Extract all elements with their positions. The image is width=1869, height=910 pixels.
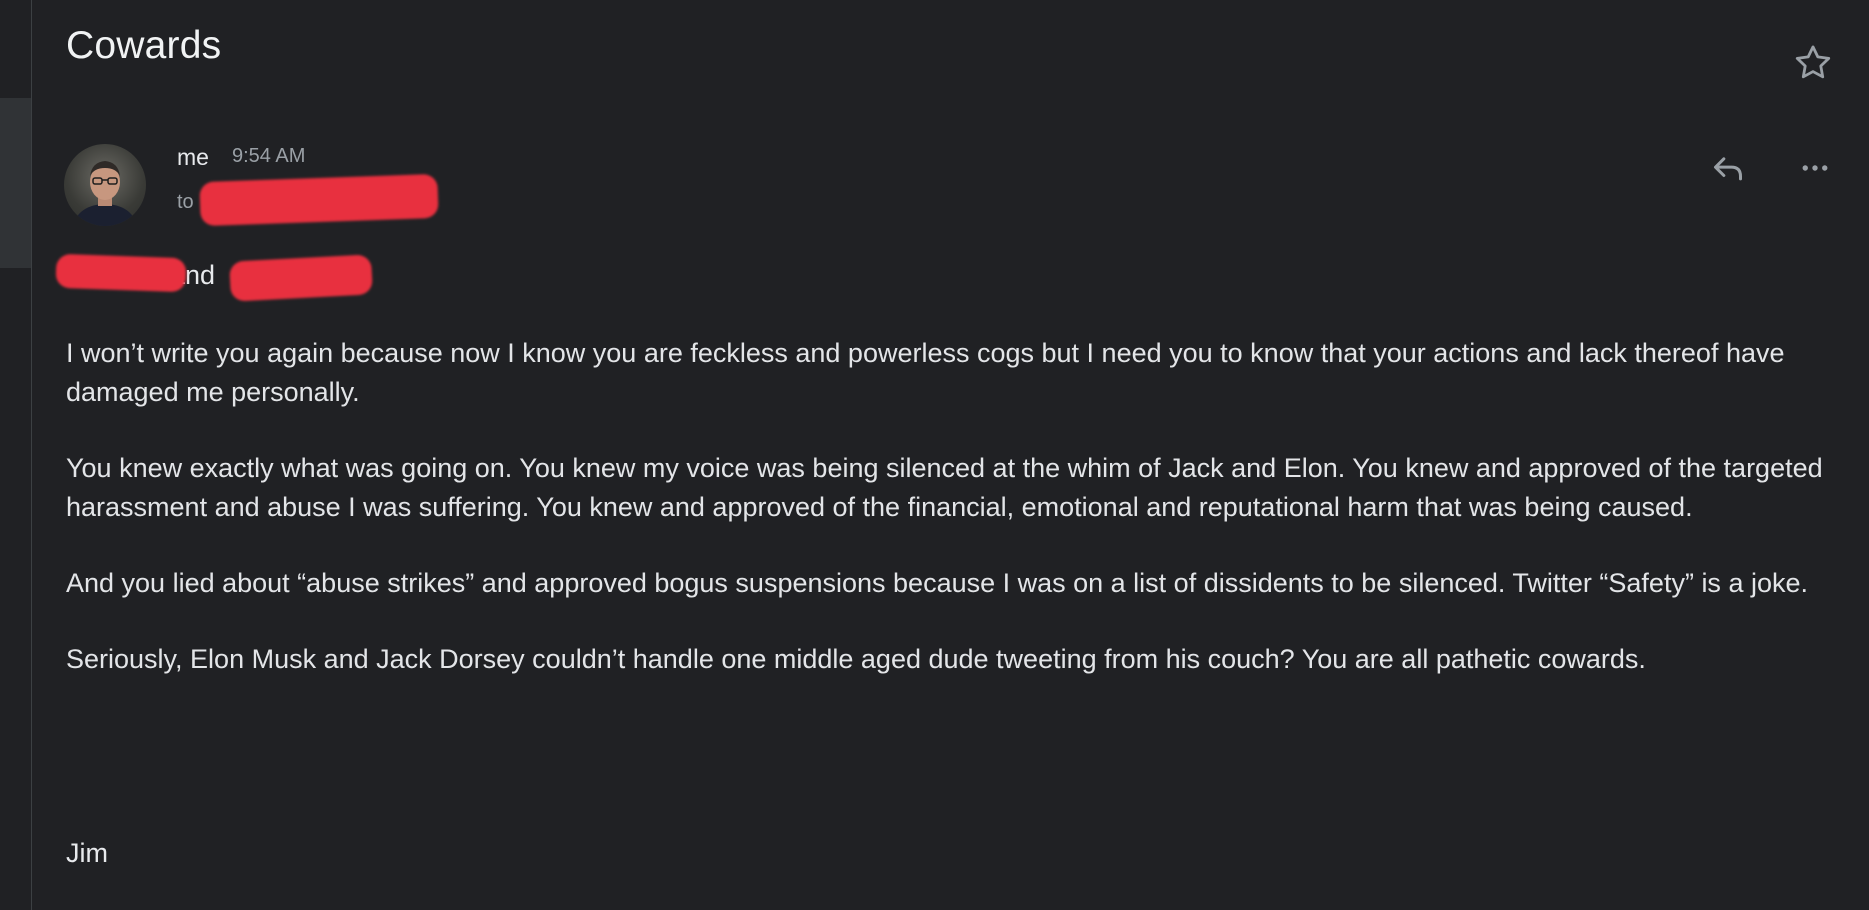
star-icon[interactable] bbox=[1792, 42, 1834, 84]
sent-time: 9:54 AM bbox=[232, 145, 306, 167]
body-paragraph: You knew exactly what was going on. You … bbox=[66, 453, 1823, 522]
reply-icon[interactable] bbox=[1706, 148, 1750, 188]
recipients-line[interactable]: to bbox=[177, 191, 194, 214]
greeting-redaction-2 bbox=[229, 254, 373, 302]
email-view: Cowards me 9:54 AM to and I won’t write … bbox=[0, 0, 1869, 910]
to-label: to bbox=[177, 191, 194, 213]
greeting-redaction-1 bbox=[55, 253, 187, 293]
body-paragraph: I won’t write you again because now I kn… bbox=[66, 338, 1785, 407]
body-paragraph: And you lied about “abuse strikes” and a… bbox=[66, 568, 1808, 598]
sender-avatar[interactable] bbox=[64, 144, 146, 226]
sender-name[interactable]: me bbox=[177, 144, 209, 171]
email-body: I won’t write you again because now I kn… bbox=[66, 334, 1846, 716]
left-rail-scroll-thumb[interactable] bbox=[0, 98, 31, 268]
email-subject: Cowards bbox=[66, 24, 222, 67]
avatar-portrait bbox=[75, 161, 135, 226]
email-signature: Jim bbox=[66, 838, 108, 868]
more-horizontal-icon[interactable] bbox=[1794, 150, 1836, 186]
recipient-redaction bbox=[199, 173, 439, 227]
body-paragraph: Seriously, Elon Musk and Jack Dorsey cou… bbox=[66, 644, 1646, 674]
